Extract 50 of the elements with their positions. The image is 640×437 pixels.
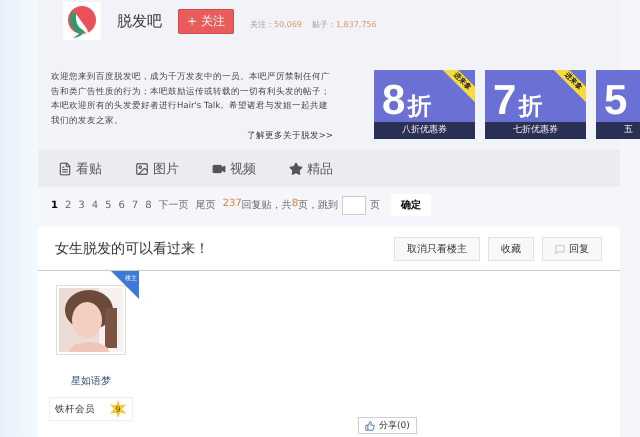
document-icon (58, 162, 72, 176)
page-link[interactable]: 3 (78, 200, 85, 210)
learn-more-link[interactable]: 了解更多关于脱发>> (246, 130, 333, 142)
page-link[interactable]: 2 (64, 200, 72, 210)
page-link[interactable]: 1 (51, 200, 58, 210)
jump-label: 页，跳到 (298, 198, 338, 212)
thumbs-up-icon (365, 420, 375, 430)
nav-tab[interactable]: 图片 (135, 160, 212, 178)
page-input[interactable] (342, 196, 366, 214)
action-button[interactable]: 取消只看楼主 (394, 236, 480, 260)
nav-tab[interactable]: 精品 (289, 160, 366, 178)
forum-name: 脱发吧 (117, 12, 162, 30)
coupon-label: 五 (596, 122, 640, 139)
next-page-link[interactable]: 下一页 (158, 198, 189, 212)
discount-unit: 折 (407, 91, 432, 122)
forum-intro: 欢迎您来到百度脱发吧，成为千万发友中的一员。本吧严厉禁制任何广告和类广告性质的行为；本吧鼓励运传或转载的一切有利头发的帖子；本吧欢迎所有的头发爱好者进行Hair's Talk。希望诸君与发姐一起共建我们的发友之家。 (51, 70, 331, 128)
level-badge: 9 (109, 400, 127, 418)
image-icon (135, 162, 149, 176)
page-link[interactable]: 6 (118, 200, 125, 210)
author-name[interactable]: 星如语梦 (71, 374, 111, 388)
nav-tab[interactable]: 看贴 (58, 160, 135, 178)
discount-number: 5 (604, 78, 628, 122)
discount-number: 7 (493, 78, 516, 122)
page-count: 8 (292, 198, 298, 209)
coupon-label: 八折优惠券 (374, 122, 475, 139)
page-link[interactable]: 5 (105, 200, 112, 210)
page-link[interactable]: 4 (92, 200, 98, 210)
last-page-link[interactable]: 尾页 (196, 198, 216, 212)
confirm-button[interactable]: 确定 (391, 194, 432, 216)
forum-logo (63, 2, 101, 40)
reply-count: 237 (222, 198, 242, 211)
star-icon (289, 162, 303, 176)
action-button[interactable]: 收藏 (488, 236, 534, 260)
coupon-label: 七折优惠券 (485, 122, 586, 139)
reply-button[interactable]: 回复 (542, 236, 602, 260)
discount-unit: 折 (518, 91, 542, 122)
forum-stat: 关注：50,069 (250, 20, 302, 28)
nav-tab[interactable]: 视频 (212, 160, 289, 178)
page-link[interactable]: 8 (145, 200, 152, 210)
share-button[interactable]: 分享(0) (358, 417, 417, 434)
thread-title: 女生脱发的可以看过来！ (55, 240, 210, 258)
reply-label: 回复贴，共 (242, 198, 292, 212)
comment-icon (555, 244, 565, 254)
forum-stat: 贴子：1,837,756 (312, 20, 377, 28)
page-link[interactable]: 7 (132, 200, 138, 210)
coupon-banner[interactable]: 5 五 (596, 70, 640, 139)
page-unit: 页 (370, 199, 380, 212)
follow-button[interactable]: + 关注 (178, 8, 234, 34)
member-rank: 铁杆会员 (55, 402, 95, 416)
discount-number: 8 (382, 78, 406, 122)
